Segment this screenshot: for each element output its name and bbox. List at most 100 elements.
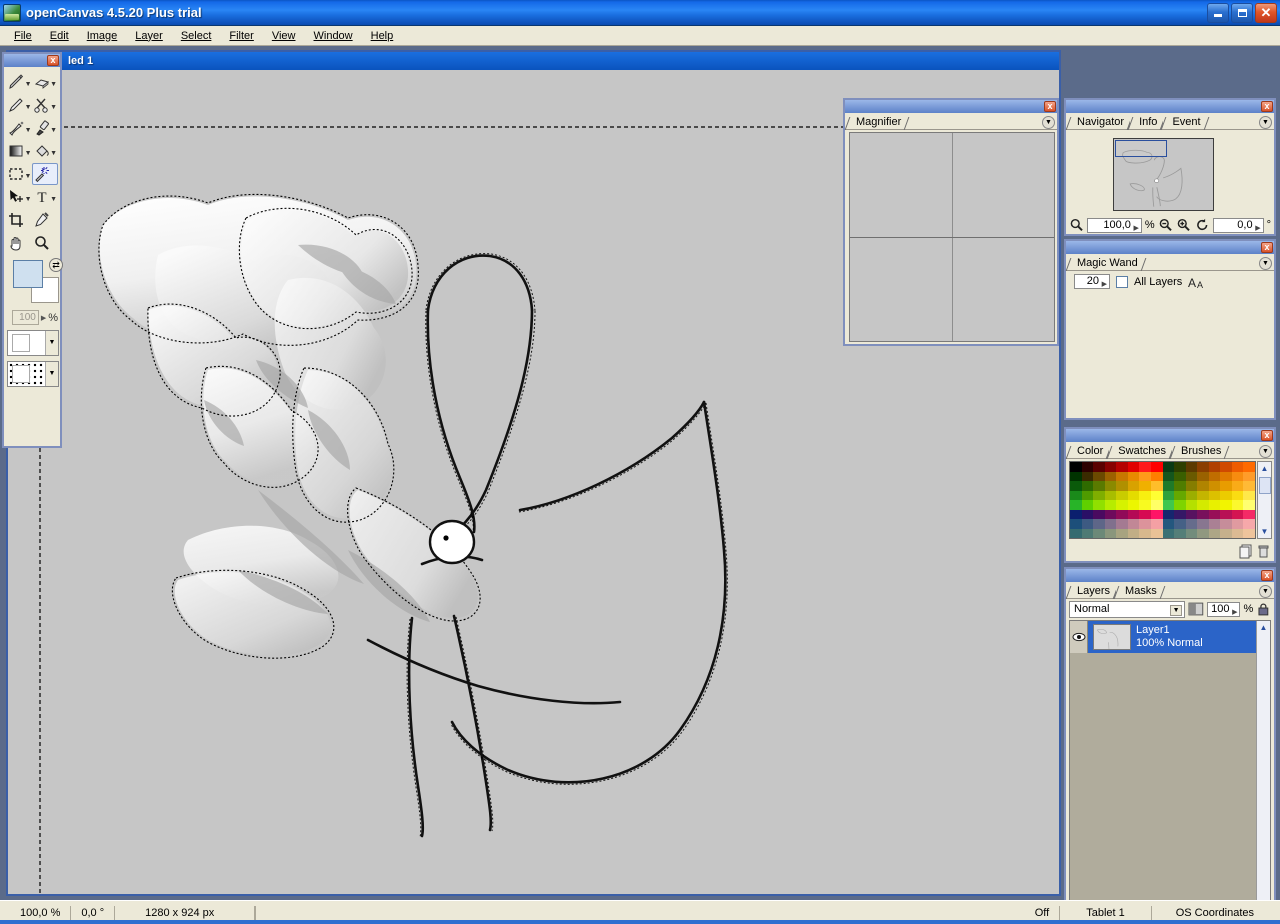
layer-list-scrollbar[interactable]: ▲ — [1256, 621, 1270, 917]
scissors-tool[interactable]: ▼ — [33, 94, 59, 116]
color-swatch[interactable] — [1093, 471, 1105, 481]
color-swatch[interactable] — [1197, 471, 1209, 481]
color-swatch[interactable] — [1127, 462, 1140, 472]
color-swatch[interactable] — [1139, 519, 1151, 529]
color-swatch[interactable] — [1081, 490, 1094, 500]
color-swatch[interactable] — [1185, 509, 1198, 519]
panel-menu-icon[interactable]: ▼ — [1259, 585, 1272, 598]
navigator-rotation-field[interactable]: 0,0 ▶ — [1212, 217, 1264, 233]
panel-menu-icon[interactable]: ▼ — [1259, 257, 1272, 270]
color-swatch[interactable] — [1243, 471, 1255, 481]
pen-dropdown-arrow[interactable]: ▼ — [25, 104, 32, 111]
eraser-tool[interactable]: ▼ — [33, 71, 59, 93]
chevron-down-icon[interactable]: ▼ — [1170, 604, 1183, 616]
color-swatch[interactable] — [1174, 528, 1186, 538]
magic-wand-tool[interactable] — [32, 162, 58, 185]
color-swatch[interactable] — [1220, 509, 1232, 519]
color-swatch[interactable] — [1174, 490, 1186, 500]
color-swatch[interactable] — [1162, 481, 1175, 491]
color-swatch[interactable] — [1081, 509, 1094, 519]
pen-tool[interactable]: ▼ — [7, 94, 33, 116]
color-swatch[interactable] — [1081, 462, 1094, 472]
color-swatch[interactable] — [1208, 509, 1221, 519]
paint-bucket-tool[interactable]: ▼ — [33, 140, 59, 162]
menu-help[interactable]: Help — [362, 28, 403, 44]
color-swatch[interactable] — [1139, 500, 1151, 510]
color-swatch[interactable] — [1220, 490, 1232, 500]
color-swatch[interactable] — [1185, 528, 1198, 538]
new-page-icon[interactable] — [1239, 544, 1253, 559]
color-swatch[interactable] — [1174, 462, 1186, 472]
tab-magnifier[interactable]: Magnifier — [847, 115, 908, 129]
layer-opacity-field[interactable]: 100 ▶ — [1206, 601, 1241, 619]
pattern-preset-selector[interactable]: ▼ — [7, 361, 59, 387]
color-swatch[interactable] — [1093, 490, 1105, 500]
color-swatch[interactable] — [1162, 500, 1175, 510]
color-swatch[interactable] — [1243, 490, 1255, 500]
color-swatch[interactable] — [1150, 481, 1163, 491]
magnifier-viewport[interactable] — [849, 132, 1055, 342]
color-swatch[interactable] — [1150, 471, 1163, 481]
tab-layers[interactable]: Layers — [1068, 584, 1117, 598]
layer-list[interactable]: Layer1 100% Normal ▲ — [1069, 620, 1271, 918]
color-swatch[interactable] — [1150, 490, 1163, 500]
color-swatch[interactable] — [1093, 462, 1105, 472]
layers-close-button[interactable]: x — [1261, 570, 1273, 581]
navigator-zoom-field[interactable]: 100,0 ▶ — [1087, 217, 1142, 235]
color-swatch[interactable] — [1243, 481, 1255, 491]
panel-menu-icon[interactable]: ▼ — [1259, 445, 1272, 458]
pencil-tool[interactable]: ▼ — [7, 71, 33, 93]
color-swatch[interactable] — [1162, 519, 1175, 529]
color-swatch[interactable] — [1093, 509, 1105, 519]
magic-wand-close-button[interactable]: x — [1261, 242, 1273, 253]
color-swatch[interactable] — [1231, 490, 1244, 500]
menu-edit[interactable]: Edit — [41, 28, 78, 44]
color-swatch[interactable] — [1174, 481, 1186, 491]
color-swatch[interactable] — [1150, 519, 1163, 529]
color-swatch[interactable] — [1081, 528, 1094, 538]
tolerance-field[interactable]: 20 ▶ — [1074, 274, 1110, 289]
minimize-button[interactable] — [1207, 2, 1229, 23]
restore-button[interactable] — [1231, 2, 1253, 23]
color-swatch[interactable] — [1162, 528, 1175, 538]
gradient-tool[interactable]: ▼ — [7, 140, 33, 162]
navigator-close-button[interactable]: x — [1261, 101, 1273, 112]
color-swatch[interactable] — [1070, 462, 1082, 472]
color-swatch[interactable] — [1197, 462, 1209, 472]
text-dropdown-arrow[interactable]: ▼ — [50, 196, 57, 203]
menu-image[interactable]: Image — [78, 28, 127, 44]
color-swatch[interactable] — [1185, 462, 1198, 472]
color-swatch[interactable] — [1243, 528, 1255, 538]
eyedropper-tool[interactable] — [33, 209, 59, 231]
color-swatch[interactable] — [1185, 500, 1198, 510]
navigator-zoom-stepper[interactable]: ▶ — [1134, 222, 1139, 235]
color-swatch[interactable] — [1174, 471, 1186, 481]
color-swatch[interactable] — [1116, 481, 1128, 491]
color-swatch[interactable] — [1127, 471, 1140, 481]
swap-colors-icon[interactable]: ⇄ — [49, 258, 63, 272]
color-swatch[interactable] — [1093, 500, 1105, 510]
navigator-thumbnail[interactable] — [1113, 138, 1214, 211]
color-swatch[interactable] — [1081, 481, 1094, 491]
menu-layer[interactable]: Layer — [126, 28, 172, 44]
color-swatch[interactable] — [1220, 519, 1232, 529]
color-swatch[interactable] — [1127, 490, 1140, 500]
text-tool[interactable]: T ▼ — [33, 186, 59, 208]
tool-opacity-stepper[interactable]: ▶ — [41, 314, 46, 322]
color-swatch-grid[interactable] — [1069, 461, 1256, 539]
magnifier-close-button[interactable]: x — [1044, 101, 1056, 112]
bucket-dropdown-arrow[interactable]: ▼ — [50, 150, 57, 157]
color-swatch[interactable] — [1162, 509, 1175, 519]
color-swatch[interactable] — [1104, 481, 1117, 491]
marquee-dropdown-arrow[interactable]: ▼ — [25, 173, 32, 180]
color-swatch[interactable] — [1231, 500, 1244, 510]
tab-navigator[interactable]: Navigator — [1068, 115, 1131, 129]
lock-icon[interactable] — [1256, 602, 1271, 617]
navigator-viewport-rect[interactable] — [1115, 140, 1167, 157]
color-swatch[interactable] — [1174, 519, 1186, 529]
layer-opacity-stepper[interactable]: ▶ — [1232, 606, 1237, 619]
color-swatch[interactable] — [1231, 528, 1244, 538]
color-swatch[interactable] — [1081, 471, 1094, 481]
layer-row-layer1[interactable]: Layer1 100% Normal ▲ — [1070, 621, 1270, 917]
tolerance-stepper[interactable]: ▶ — [1102, 278, 1107, 291]
